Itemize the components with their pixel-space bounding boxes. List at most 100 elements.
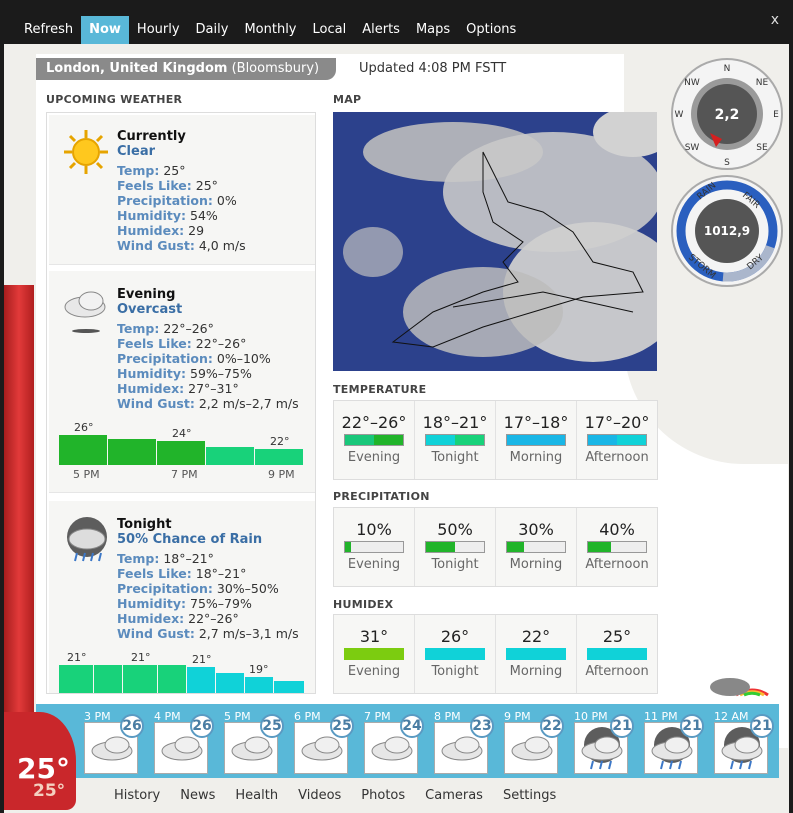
- hour-item[interactable]: 4 PM 26: [140, 708, 214, 774]
- detail-value: 29: [188, 223, 205, 238]
- tab-refresh[interactable]: Refresh: [16, 16, 81, 44]
- precipitation-fill: [345, 542, 351, 552]
- tile-value: 22°: [521, 627, 551, 646]
- pressure-gauge[interactable]: RAIN FAIR STORM DRY 1012,9: [670, 174, 784, 288]
- precipitation-tiles: 10% Evening 50% Tonight 30% Morning 40% Afte…: [333, 507, 658, 587]
- hour-item[interactable]: 7 PM 24: [350, 708, 424, 774]
- humidex-bar: [506, 648, 566, 660]
- feels-like-temperature: 25°: [33, 781, 66, 801]
- detail-key: Precipitation:: [117, 581, 213, 596]
- map-graphic: [333, 112, 657, 371]
- compass-label: SE: [756, 143, 768, 153]
- bottom-nav: History News Health Videos Photos Camera…: [104, 788, 566, 803]
- precipitation-tile: 30% Morning: [496, 508, 577, 586]
- hour-temperature: 21: [750, 714, 774, 738]
- hour-item[interactable]: 5 PM 25: [210, 708, 284, 774]
- hour-item[interactable]: 12 AM 21: [700, 708, 774, 774]
- tonight-bar: [274, 681, 304, 693]
- link-health[interactable]: Health: [225, 788, 288, 803]
- humidex-tile: 31° Evening: [334, 615, 415, 693]
- tile-label: Tonight: [431, 664, 479, 679]
- temperature-bar: [425, 434, 485, 446]
- hour-item[interactable]: 3 PM 26: [70, 708, 144, 774]
- precipitation-heading: PRECIPITATION: [333, 490, 430, 503]
- detail-value: 2,2 m/s–2,7 m/s: [198, 396, 299, 411]
- humidex-bar: [344, 648, 404, 660]
- tile-value: 50%: [437, 520, 473, 539]
- link-settings[interactable]: Settings: [493, 788, 566, 803]
- close-icon[interactable]: x: [771, 12, 779, 28]
- hour-time: 12 AM: [714, 710, 749, 723]
- detail-value: 22°–26°: [163, 321, 214, 336]
- wind-compass[interactable]: N NE E SE S SW W NW 2,2: [670, 57, 784, 171]
- precipitation-fill: [588, 542, 612, 552]
- tonight-chart-label: 19°: [249, 663, 269, 676]
- tab-hourly[interactable]: Hourly: [129, 16, 188, 44]
- tab-local[interactable]: Local: [305, 16, 355, 44]
- humidex-bar: [425, 648, 485, 660]
- weather-map[interactable]: [333, 112, 657, 371]
- detail-key: Temp:: [117, 551, 160, 566]
- humidex-tiles: 31° Evening 26° Tonight 22° Morning 25° Afte…: [333, 614, 658, 694]
- evening-bar: [108, 439, 156, 465]
- hour-item[interactable]: 8 PM 23: [420, 708, 494, 774]
- current-details: Temp: 25° Feels Like: 25° Precipitation:…: [117, 163, 246, 253]
- detail-value: 4,0 m/s: [198, 238, 246, 253]
- humidex-bar: [587, 648, 647, 660]
- precipitation-tile: 40% Afternoon: [577, 508, 657, 586]
- link-photos[interactable]: Photos: [351, 788, 415, 803]
- thermometer-tube: [4, 285, 34, 755]
- detail-value: 75%–79%: [190, 596, 252, 611]
- link-history[interactable]: History: [104, 788, 170, 803]
- tonight-bar: [245, 677, 273, 693]
- tab-monthly[interactable]: Monthly: [236, 16, 304, 44]
- hour-time: 3 PM: [84, 710, 111, 723]
- hour-item[interactable]: 10 PM 21: [560, 708, 634, 774]
- evening-bar: [206, 447, 254, 465]
- hour-time: 10 PM: [574, 710, 608, 723]
- detail-value: 2,7 m/s–3,1 m/s: [198, 626, 299, 641]
- detail-key: Precipitation:: [117, 351, 213, 366]
- tile-label: Tonight: [431, 450, 479, 465]
- detail-value: 30%–50%: [216, 581, 279, 596]
- humidex-tile: 26° Tonight: [415, 615, 496, 693]
- upcoming-panel: Currently Clear Temp: 25° Feels Like: 25…: [46, 112, 316, 694]
- tonight-bar: [94, 665, 122, 693]
- upcoming-heading: UPCOMING WEATHER: [46, 93, 183, 106]
- link-news[interactable]: News: [170, 788, 225, 803]
- compass-label: NW: [684, 78, 700, 88]
- tab-maps[interactable]: Maps: [408, 16, 458, 44]
- evening-time-label: 9 PM: [268, 468, 295, 481]
- evening-time-label: 5 PM: [73, 468, 100, 481]
- evening-chart-label: 24°: [172, 427, 192, 440]
- link-videos[interactable]: Videos: [288, 788, 351, 803]
- detail-value: 18°–21°: [163, 551, 214, 566]
- hour-item[interactable]: 11 PM 21: [630, 708, 704, 774]
- tab-alerts[interactable]: Alerts: [354, 16, 408, 44]
- temperature-tile: 18°–21° Tonight: [415, 401, 496, 479]
- tab-now[interactable]: Now: [81, 16, 129, 44]
- detail-key: Temp:: [117, 163, 160, 178]
- detail-value: 0%: [216, 193, 237, 208]
- tonight-chart-label: 21°: [131, 651, 151, 664]
- tonight-bar: [59, 665, 93, 693]
- tab-options[interactable]: Options: [458, 16, 524, 44]
- hour-item[interactable]: 9 PM 22: [490, 708, 564, 774]
- link-cameras[interactable]: Cameras: [415, 788, 493, 803]
- tile-value: 22°–26°: [341, 413, 407, 432]
- hour-item[interactable]: 6 PM 25: [280, 708, 354, 774]
- tile-label: Afternoon: [585, 664, 649, 679]
- tile-value: 30%: [518, 520, 554, 539]
- rainbow-cloud-icon[interactable]: [706, 665, 772, 697]
- tab-daily[interactable]: Daily: [188, 16, 237, 44]
- detail-value: 27°–31°: [188, 381, 239, 396]
- detail-value: 54%: [190, 208, 218, 223]
- evening-chart-label: 22°: [270, 435, 290, 448]
- precipitation-fill: [507, 542, 525, 552]
- precipitation-bar: [587, 541, 647, 553]
- location-area: (Bloomsbury): [231, 61, 320, 76]
- tile-label: Morning: [509, 557, 563, 572]
- evening-chart: 26° 24° 22°: [59, 421, 305, 465]
- evening-bar: [59, 435, 107, 465]
- precipitation-tile: 50% Tonight: [415, 508, 496, 586]
